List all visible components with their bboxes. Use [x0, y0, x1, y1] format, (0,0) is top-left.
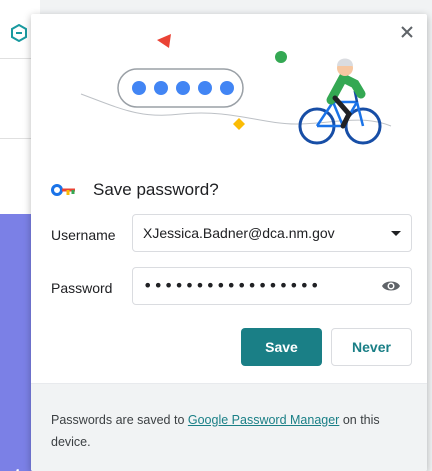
cyclist-illustration: [80, 34, 392, 145]
username-field[interactable]: XJessica.Badner@dca.nm.gov: [132, 214, 412, 252]
username-value: XJessica.Badner@dca.nm.gov: [143, 225, 335, 241]
password-value: •••••••••••••••••: [143, 278, 321, 294]
password-field[interactable]: •••••••••••••••••: [132, 267, 412, 305]
key-icon: [51, 184, 75, 196]
dialog-header: Save password?: [51, 178, 219, 202]
eye-icon[interactable]: [381, 279, 401, 293]
save-password-dialog: Save password? Username XJessica.Badner@…: [31, 14, 427, 471]
dialog-footer: Passwords are saved to Google Password M…: [31, 383, 427, 471]
username-label: Username: [51, 227, 116, 243]
app-logo-icon: [11, 24, 27, 42]
password-label: Password: [51, 280, 113, 296]
close-button[interactable]: [397, 22, 417, 42]
chevron-down-icon[interactable]: [391, 230, 401, 236]
save-button[interactable]: Save: [241, 328, 322, 366]
close-icon: [401, 26, 413, 38]
password-manager-link[interactable]: Google Password Manager: [188, 413, 339, 427]
never-button[interactable]: Never: [331, 328, 412, 366]
dialog-title: Save password?: [93, 180, 219, 199]
footer-text-before: Passwords are saved to: [51, 413, 188, 427]
